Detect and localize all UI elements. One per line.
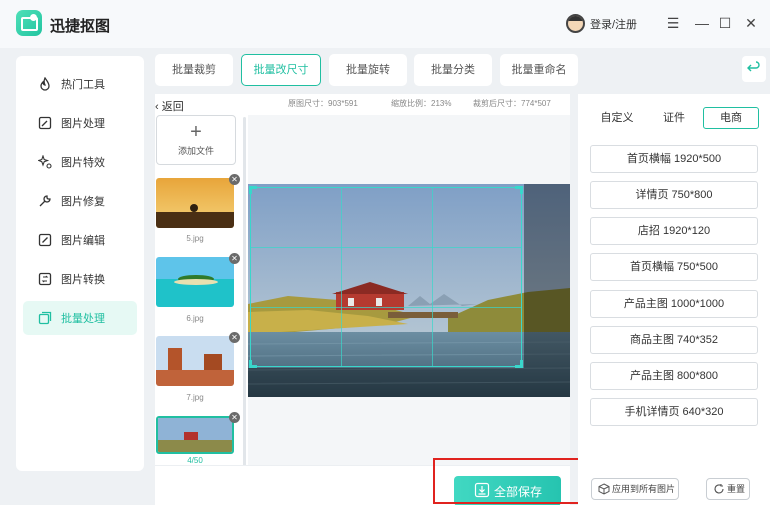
remove-thumb-icon[interactable]: ✕ xyxy=(229,174,240,185)
highlight-box xyxy=(433,458,583,504)
work-panel: ‹ 返回 原图尺寸：903*591 缩放比例：213% 裁剪后尺寸：774*50… xyxy=(155,94,570,505)
sidebar-item-batch[interactable]: 批量处理 xyxy=(23,301,137,335)
crop-handle-bottom-right[interactable] xyxy=(515,360,523,368)
preset-option[interactable]: 首页横幅 750*500 xyxy=(590,253,758,281)
thumbnail-image[interactable] xyxy=(156,178,234,228)
preset-tab-ecommerce[interactable]: 电商 xyxy=(703,107,759,129)
crop-guide xyxy=(432,188,433,366)
sidebar-item-image-convert[interactable]: 图片转换 xyxy=(23,262,137,296)
thumbnail-list: + 添加文件 ✕ 5.jpg ✕ 6.jpg ✕ 7.jpg ✕ 4/50 xyxy=(155,115,246,505)
sidebar-item-image-repair[interactable]: 图片修复 xyxy=(23,184,137,218)
back-link[interactable]: ‹ 返回 xyxy=(155,98,184,114)
preset-option[interactable]: 首页横幅 1920*500 xyxy=(590,145,758,173)
sidebar-item-image-effects[interactable]: 图片特效 xyxy=(23,145,137,179)
sparkle-icon xyxy=(37,154,53,170)
tab-batch-rotate[interactable]: 批量旋转 xyxy=(329,54,407,86)
remove-thumb-icon[interactable]: ✕ xyxy=(229,412,240,423)
thumbnail-image-selected[interactable] xyxy=(156,416,234,454)
image-edit-icon xyxy=(37,115,53,131)
sidebar-item-label: 批量处理 xyxy=(61,313,105,325)
remove-thumb-icon[interactable]: ✕ xyxy=(229,253,240,264)
sidebar-item-label: 图片处理 xyxy=(61,118,105,130)
tab-batch-classify[interactable]: 批量分类 xyxy=(414,54,492,86)
cropped-size: 裁剪后尺寸：774*507 xyxy=(473,99,551,108)
minimize-button[interactable]: — xyxy=(691,12,713,34)
preset-option[interactable]: 产品主图 1000*1000 xyxy=(590,290,758,318)
preset-tab-id[interactable]: 证件 xyxy=(654,107,694,129)
undo-icon xyxy=(747,61,760,72)
crop-mask-bottom xyxy=(248,368,524,397)
convert-icon xyxy=(37,271,53,287)
tab-batch-resize[interactable]: 批量改尺寸 xyxy=(241,54,321,86)
sidebar-item-label: 图片特效 xyxy=(61,157,105,169)
sidebar-item-label: 热门工具 xyxy=(61,79,105,91)
sidebar-item-hot-tools[interactable]: 热门工具 xyxy=(23,67,137,101)
sidebar-item-label: 图片编辑 xyxy=(61,235,105,247)
island-thumbnail xyxy=(156,257,234,307)
login-link[interactable]: 登录/注册 xyxy=(590,16,637,32)
sidebar-item-image-process[interactable]: 图片处理 xyxy=(23,106,137,140)
user-avatar[interactable] xyxy=(566,14,585,33)
thumbnail-image[interactable] xyxy=(156,257,234,307)
scale-ratio: 缩放比例：213% xyxy=(391,99,452,108)
tab-batch-crop[interactable]: 批量裁剪 xyxy=(155,54,233,86)
pencil-icon xyxy=(37,232,53,248)
crop-handle-bottom-left[interactable] xyxy=(249,360,257,368)
image-canvas[interactable] xyxy=(248,115,570,465)
crop-guide xyxy=(251,247,521,248)
maximize-button[interactable]: ☐ xyxy=(714,12,736,34)
flame-icon xyxy=(37,76,53,92)
sidebar-item-label: 图片修复 xyxy=(61,196,105,208)
sidebar-item-label: 图片转换 xyxy=(61,274,105,286)
app-logo-icon xyxy=(16,10,42,36)
preset-option[interactable]: 店招 1920*120 xyxy=(590,217,758,245)
menu-icon[interactable]: ☰ xyxy=(662,12,684,34)
preset-option[interactable]: 产品主图 800*800 xyxy=(590,362,758,390)
chevron-left-icon: ‹ xyxy=(155,101,162,113)
preset-option[interactable]: 商品主图 740*352 xyxy=(590,326,758,354)
thumbnail-label: 5.jpg xyxy=(186,234,204,243)
app-title: 迅捷抠图 xyxy=(50,18,111,35)
plus-icon: + xyxy=(190,121,202,143)
sunset-thumbnail xyxy=(156,178,234,228)
close-button[interactable]: ✕ xyxy=(740,12,762,34)
thumbnail-scrollbar[interactable] xyxy=(243,117,246,505)
remove-thumb-icon[interactable]: ✕ xyxy=(229,332,240,343)
preset-panel: 自定义 证件 电商 首页横幅 1920*500 详情页 750*800 店招 1… xyxy=(578,94,770,505)
add-file-button[interactable]: + 添加文件 xyxy=(156,115,236,165)
tab-batch-rename[interactable]: 批量重命名 xyxy=(500,54,578,86)
refresh-icon xyxy=(714,484,724,494)
crop-frame[interactable] xyxy=(249,186,523,368)
batch-icon xyxy=(37,310,53,326)
reset-button[interactable]: 重置 xyxy=(706,478,750,500)
apply-all-button[interactable]: 应用到所有图片 xyxy=(591,478,679,500)
preset-tab-custom[interactable]: 自定义 xyxy=(595,107,639,129)
add-file-label: 添加文件 xyxy=(177,146,214,156)
thumbnail-label: 7.jpg xyxy=(186,393,204,402)
cube-icon xyxy=(598,483,610,495)
desert-thumbnail xyxy=(156,336,234,386)
title-bar: 迅捷抠图 登录/注册 ☰ — ☐ ✕ xyxy=(0,0,770,48)
thumbnail-label: 6.jpg xyxy=(186,314,204,323)
barn-thumbnail xyxy=(158,418,232,452)
crop-handle-top-left[interactable] xyxy=(249,186,257,194)
preset-option[interactable]: 详情页 750*800 xyxy=(590,181,758,209)
crop-mask-right xyxy=(524,184,570,397)
crop-handle-top-right[interactable] xyxy=(515,186,523,194)
undo-button[interactable] xyxy=(742,56,766,82)
page-counter: 4/50 xyxy=(187,456,203,465)
thumbnail-image[interactable] xyxy=(156,336,234,386)
sidebar-item-image-edit[interactable]: 图片编辑 xyxy=(23,223,137,257)
wrench-icon xyxy=(37,193,53,209)
crop-guide xyxy=(251,307,521,308)
sidebar: 热门工具 图片处理 图片特效 图片修复 图片编辑 图片转换 批量处理 xyxy=(16,56,144,471)
crop-guide xyxy=(341,188,342,366)
preset-option[interactable]: 手机详情页 640*320 xyxy=(590,398,758,426)
original-size: 原图尺寸：903*591 xyxy=(288,99,358,108)
